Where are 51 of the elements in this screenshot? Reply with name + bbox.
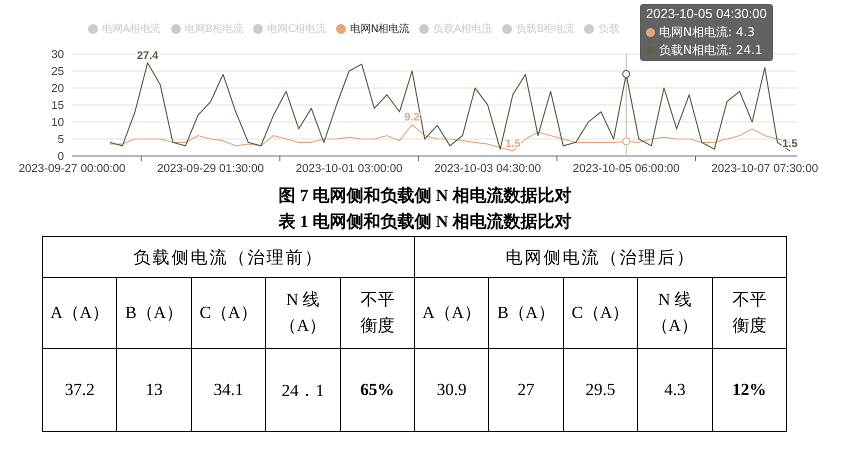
- table-cell: 30.9: [414, 348, 489, 432]
- column-header: B（A）: [125, 302, 183, 324]
- tooltip-title: 2023-10-05 04:30:00: [646, 5, 767, 23]
- group-header-cell: 负载侧电流（治理前）: [42, 236, 414, 278]
- table-cell: 37.2: [42, 348, 117, 432]
- table-cell: 29.5: [563, 348, 638, 432]
- table-cell: 65%: [340, 348, 414, 432]
- column-header: A（A）: [422, 302, 481, 324]
- y-tick-label: 5: [58, 134, 64, 146]
- column-header: （A）: [280, 315, 326, 337]
- table-cell: 4.3: [638, 348, 712, 432]
- table-cell: 12%: [712, 348, 786, 432]
- value-annotation: 27.4: [136, 50, 158, 62]
- tooltip-value: 电网N相电流: 4.3: [659, 24, 755, 41]
- y-tick-label: 30: [51, 49, 64, 61]
- y-tick-label: 10: [51, 117, 64, 129]
- data-point-marker: [622, 137, 630, 146]
- x-tick-label: 2023-09-29 01:30:00: [157, 163, 264, 175]
- column-header: （A）: [652, 315, 698, 337]
- column-header: N 线: [658, 289, 692, 311]
- column-header: A（A）: [50, 302, 109, 324]
- table-caption: 表 1 电网侧和负载侧 N 相电流数据比对: [278, 211, 572, 233]
- legend-item[interactable]: 电网N相电流: [336, 20, 410, 38]
- table-cell: 24．1: [266, 348, 340, 432]
- y-tick-label: 25: [51, 66, 64, 78]
- column-header: 衡度: [360, 315, 394, 337]
- column-header: 衡度: [732, 315, 766, 337]
- x-tick-label: 2023-10-05 06:00:00: [572, 163, 680, 175]
- x-tick-label: 2023-10-07 07:30:00: [711, 163, 818, 175]
- y-tick-label: 0: [58, 151, 64, 163]
- group-header-cell: 电网侧电流（治理后）: [414, 236, 786, 278]
- column-header: C（A）: [572, 302, 630, 324]
- value-annotation: 9.2: [404, 112, 420, 124]
- x-tick-label: 2023-09-27 00:00:00: [18, 163, 126, 175]
- column-header: B（A）: [497, 302, 555, 324]
- column-header: 不平: [360, 289, 394, 311]
- table-cell: 27: [488, 348, 564, 432]
- column-header: C（A）: [200, 302, 258, 324]
- column-header: 不平: [732, 289, 766, 311]
- value-annotation: 1.5: [505, 138, 520, 150]
- value-annotation: 1.5: [782, 138, 798, 150]
- x-tick-label: 2023-10-01 03:00:00: [296, 163, 402, 175]
- table-cell: 13: [116, 348, 192, 432]
- y-tick-label: 20: [51, 83, 64, 95]
- x-tick-label: 2023-10-03 04:30:00: [434, 163, 542, 175]
- column-header: N 线: [286, 289, 320, 311]
- table-cell: 34.1: [191, 348, 266, 432]
- y-tick-label: 15: [51, 100, 64, 112]
- data-point-marker: [622, 70, 630, 78]
- tooltip-value: 负载N相电流: 24.1: [659, 42, 763, 59]
- figure-caption: 图 7 电网侧和负载侧 N 相电流数据比对: [278, 185, 572, 207]
